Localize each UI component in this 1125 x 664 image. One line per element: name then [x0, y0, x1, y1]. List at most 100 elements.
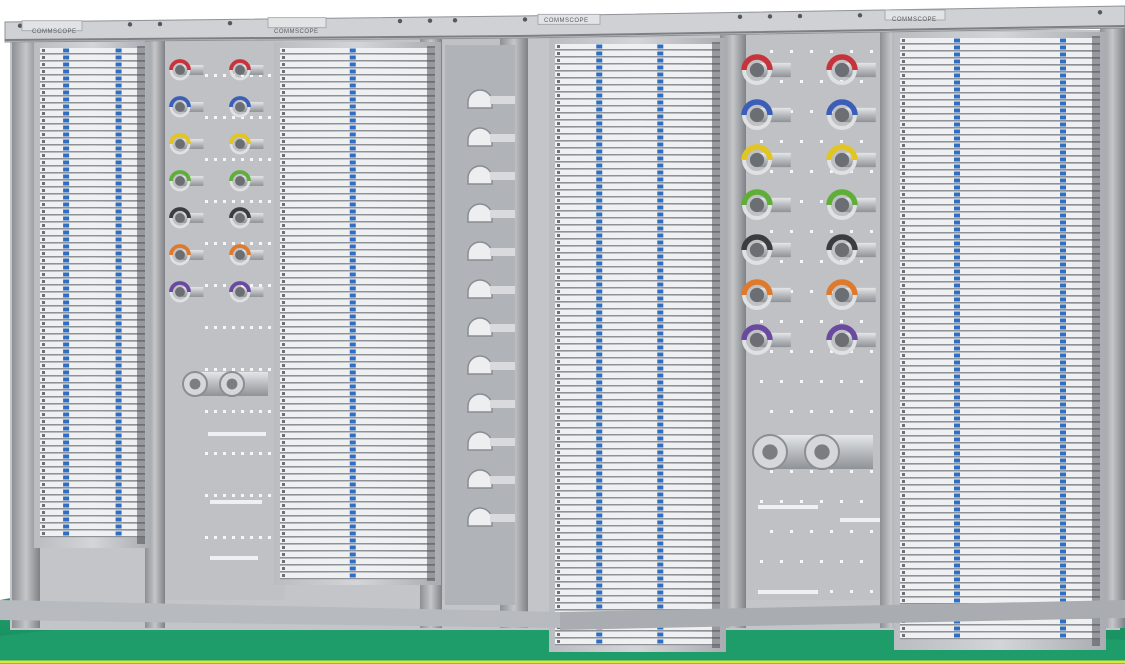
port-marker	[63, 195, 70, 200]
panel-shadow	[40, 312, 145, 314]
fiber-panel-row	[555, 527, 720, 532]
port-marker	[596, 128, 603, 133]
port-marker	[954, 143, 960, 148]
panel-latch	[282, 448, 285, 451]
panel-shadow	[280, 354, 435, 356]
panel-latch	[902, 144, 905, 147]
port-marker	[1060, 353, 1066, 358]
fiber-panel-row	[900, 52, 1100, 57]
port-marker	[657, 555, 664, 560]
perforation-hole	[214, 158, 217, 161]
panel-latch	[557, 297, 560, 300]
panel-shadow	[280, 214, 435, 216]
port-marker	[954, 52, 960, 57]
panel-latch	[42, 525, 45, 528]
port-marker	[115, 62, 122, 67]
fiber-panel-row	[555, 114, 720, 119]
rail-bolt	[17, 23, 23, 28]
fiber-panel-row	[900, 332, 1100, 337]
panel-latch	[42, 231, 45, 234]
port-marker	[115, 265, 122, 270]
port-marker	[349, 433, 356, 438]
port-marker	[954, 465, 960, 470]
panel-latch	[42, 336, 45, 339]
panel-latch	[557, 528, 560, 531]
panel-shadow	[40, 74, 145, 76]
fiber-panel-row	[280, 188, 435, 193]
panel-latch	[42, 140, 45, 143]
panel-shadow	[555, 126, 720, 128]
panel-latch	[282, 413, 285, 416]
port-marker	[1060, 556, 1066, 561]
port-marker	[954, 395, 960, 400]
port-marker	[1060, 528, 1066, 533]
panel-latch	[557, 178, 560, 181]
panel-shadow	[280, 193, 435, 195]
port-marker	[954, 122, 960, 127]
panel-latch	[42, 112, 45, 115]
panel-shadow	[900, 148, 1100, 150]
panel-latch	[282, 70, 285, 73]
panel-latch	[902, 340, 905, 343]
perforation-hole	[259, 242, 262, 245]
port-marker	[115, 335, 122, 340]
port-marker	[657, 597, 664, 602]
fiber-panel-row	[900, 234, 1100, 239]
panel-shadow	[555, 210, 720, 212]
fiber-panel-row	[900, 514, 1100, 519]
port-marker	[1060, 94, 1066, 99]
port-marker	[596, 471, 603, 476]
port-marker	[1060, 339, 1066, 344]
panel-shadow	[555, 588, 720, 590]
panel-latch	[902, 319, 905, 322]
perforation-hole	[850, 50, 853, 53]
fiber-panel-row	[555, 86, 720, 91]
fiber-panel-row	[900, 304, 1100, 309]
port-marker	[1060, 297, 1066, 302]
fiber-panel-row	[40, 349, 145, 354]
panel-latch	[557, 290, 560, 293]
port-marker	[63, 118, 70, 123]
port-marker	[657, 408, 664, 413]
fiber-panel-row	[280, 321, 435, 326]
port-marker	[63, 125, 70, 130]
port-marker	[115, 510, 122, 515]
perforation-hole	[870, 230, 873, 233]
panel-latch	[902, 235, 905, 238]
fiber-panel-row	[280, 461, 435, 466]
fiber-panel-row	[280, 146, 435, 151]
panel-shadow	[900, 92, 1100, 94]
panel-latch	[557, 493, 560, 496]
panel-shadow	[555, 329, 720, 331]
panel-shadow	[555, 406, 720, 408]
port-marker	[349, 475, 356, 480]
panel-latch	[282, 553, 285, 556]
fiber-panel-row	[40, 237, 145, 242]
fiber-panel-row	[555, 583, 720, 588]
port-marker	[596, 583, 603, 588]
port-marker	[115, 321, 122, 326]
port-marker	[596, 562, 603, 567]
perforation-hole	[760, 560, 763, 563]
panel-latch	[557, 416, 560, 419]
panel-shadow	[555, 637, 720, 639]
port-marker	[349, 489, 356, 494]
panel-latch	[902, 417, 905, 420]
panel-shadow	[555, 525, 720, 527]
port-marker	[954, 598, 960, 603]
panel-shadow	[40, 165, 145, 167]
port-marker	[1060, 465, 1066, 470]
panel-latch	[557, 129, 560, 132]
panel-latch	[42, 329, 45, 332]
panel-shadow	[900, 99, 1100, 101]
fiber-panel-row	[40, 377, 145, 382]
panel-shadow	[555, 189, 720, 191]
panel-latch	[902, 571, 905, 574]
guide-arm	[759, 197, 791, 213]
port-marker	[349, 412, 356, 417]
fiber-panel-row	[40, 314, 145, 319]
port-marker	[657, 44, 664, 49]
port-marker	[1060, 388, 1066, 393]
panel-latch	[557, 437, 560, 440]
panel-shadow	[280, 130, 435, 132]
